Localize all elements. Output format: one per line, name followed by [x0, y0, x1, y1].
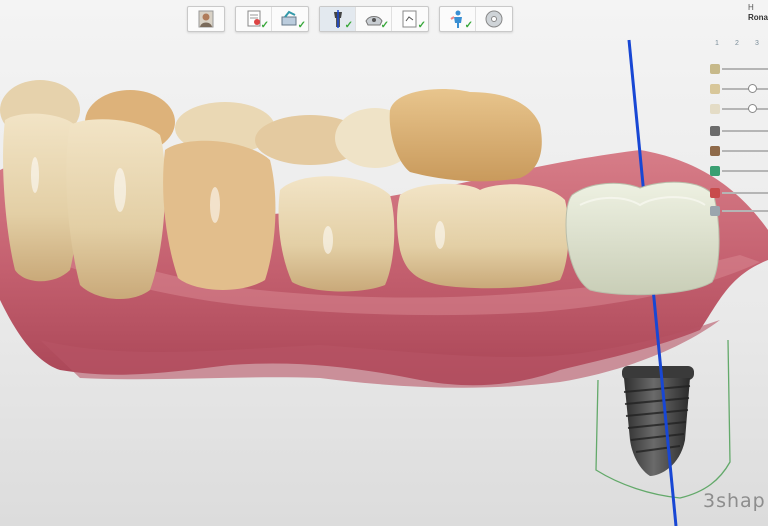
workflow-toolbar: ✓ ✓ ✓ ✓ ✓ ✓	[187, 6, 513, 32]
workflow-step-export-disc[interactable]	[476, 7, 512, 31]
export-disc-icon	[485, 10, 503, 28]
view-tabs: 1 2 3	[712, 40, 768, 47]
visibility-slider-implant-object[interactable]	[706, 124, 768, 138]
slider-track[interactable]	[722, 68, 768, 70]
slider-track[interactable]	[722, 192, 768, 194]
workflow-step-order-form[interactable]: ✓	[236, 7, 272, 31]
workflow-step-scan-import[interactable]: ✓	[272, 7, 308, 31]
tab-2[interactable]: 2	[732, 40, 742, 47]
visibility-slider-tooth-object[interactable]	[706, 102, 768, 116]
slider-track[interactable]	[722, 170, 768, 172]
workflow-step-guide-design[interactable]: ✓	[356, 7, 392, 31]
slider-knob[interactable]	[748, 84, 757, 93]
visibility-slider-nerve-object[interactable]	[706, 204, 768, 218]
nerve-object-icon[interactable]	[710, 206, 720, 216]
workflow-group-4: ✓	[439, 6, 513, 32]
object-visibility-panel: 1 2 3	[706, 40, 768, 260]
slider-track[interactable]	[722, 88, 768, 90]
workflow-group-1	[187, 6, 225, 32]
crown-object-icon[interactable]	[710, 64, 720, 74]
workflow-step-patient-portrait[interactable]	[188, 7, 224, 31]
step-complete-check-icon: ✓	[417, 20, 426, 31]
scene-svg	[0, 39, 768, 526]
3d-viewport[interactable]	[0, 0, 768, 526]
step-complete-check-icon: ✓	[344, 20, 353, 31]
patient-portrait-icon	[198, 10, 214, 28]
implant-object-icon[interactable]	[710, 126, 720, 136]
implant-model[interactable]	[622, 366, 694, 476]
step-complete-check-icon: ✓	[297, 20, 306, 31]
visibility-slider-tooth-object[interactable]	[706, 82, 768, 96]
crown-model[interactable]	[565, 181, 720, 296]
slider-track[interactable]	[722, 210, 768, 212]
visibility-slider-cut-object[interactable]	[706, 186, 768, 200]
slider-knob[interactable]	[748, 104, 757, 113]
header-line-1: H	[748, 3, 754, 12]
visibility-slider-crown-object[interactable]	[706, 62, 768, 76]
tab-3[interactable]: 3	[752, 40, 762, 47]
visibility-slider-abutment-object[interactable]	[706, 144, 768, 158]
slider-track[interactable]	[722, 108, 768, 110]
tooth-object-icon[interactable]	[710, 84, 720, 94]
tab-1[interactable]: 1	[712, 40, 722, 47]
3shape-logo: 3shap	[703, 490, 766, 512]
cut-object-icon[interactable]	[710, 188, 720, 198]
tooth-object-icon[interactable]	[710, 104, 720, 114]
workflow-step-report[interactable]: ✓	[392, 7, 428, 31]
workflow-group-2: ✓ ✓	[235, 6, 309, 32]
patient-header: H Rona	[748, 3, 768, 23]
step-complete-check-icon: ✓	[260, 20, 269, 31]
workflow-step-implant-planning[interactable]: ✓	[320, 7, 356, 31]
patient-name: Rona	[748, 13, 768, 22]
step-complete-check-icon: ✓	[464, 20, 473, 31]
abutment-object-icon[interactable]	[710, 146, 720, 156]
slider-track[interactable]	[722, 130, 768, 132]
step-complete-check-icon: ✓	[380, 20, 389, 31]
workflow-group-3: ✓ ✓ ✓	[319, 6, 429, 32]
slider-track[interactable]	[722, 150, 768, 152]
visibility-slider-dna-object[interactable]	[706, 164, 768, 178]
dna-object-icon[interactable]	[710, 166, 720, 176]
workflow-step-surgeon[interactable]: ✓	[440, 7, 476, 31]
